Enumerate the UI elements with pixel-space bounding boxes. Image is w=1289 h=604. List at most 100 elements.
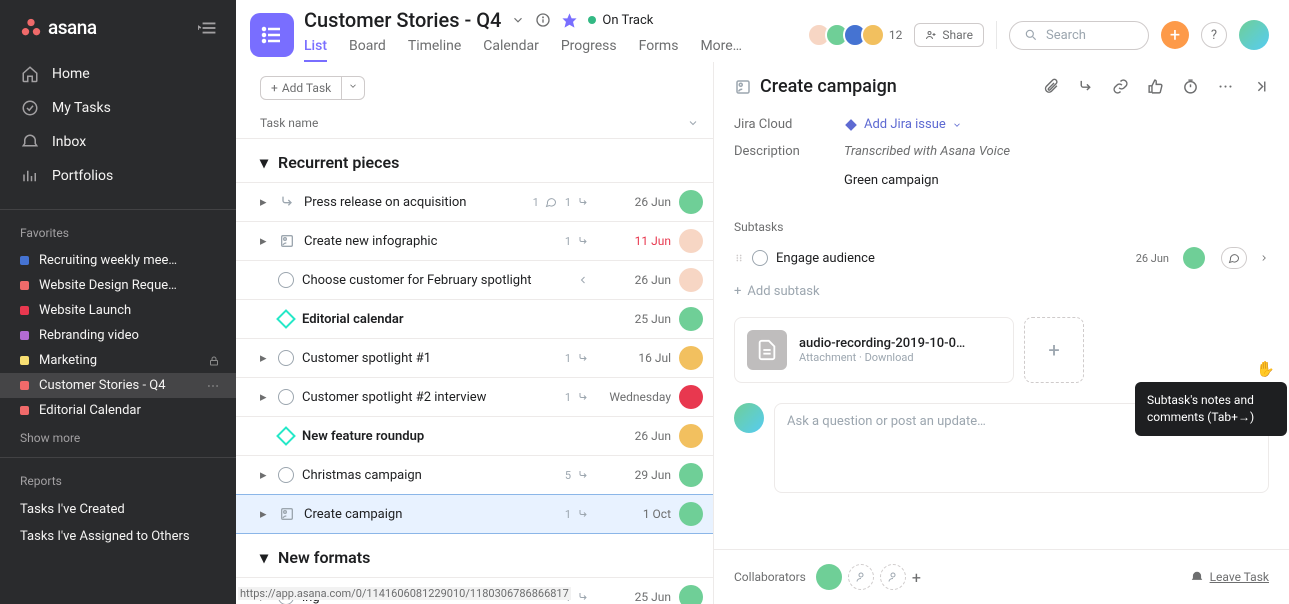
more-icon[interactable] <box>206 379 220 393</box>
tab[interactable]: Progress <box>561 38 617 62</box>
due-date: 25 Jun <box>597 312 671 326</box>
task-row[interactable]: ▸Choose customer for February spotlight2… <box>236 260 713 299</box>
due-date: 26 Jun <box>597 195 671 209</box>
assignee-avatar[interactable] <box>679 307 703 331</box>
show-more[interactable]: Show more <box>0 423 236 453</box>
task-row[interactable]: ▸Editorial calendar25 Jun <box>236 299 713 338</box>
add-task-button[interactable]: + Add Task <box>260 76 342 100</box>
complete-check[interactable] <box>278 272 294 288</box>
open-subtask-button[interactable] <box>1221 247 1247 269</box>
assignee-avatar[interactable] <box>679 463 703 487</box>
nav-home[interactable]: Home <box>0 57 236 91</box>
subtask-row[interactable]: Engage audience26 Jun <box>734 240 1269 276</box>
add-collaborator[interactable] <box>848 564 874 590</box>
attach-icon[interactable] <box>1042 78 1059 95</box>
assignee-avatar[interactable] <box>1183 247 1205 269</box>
more-icon[interactable] <box>1217 78 1234 95</box>
project-title[interactable]: Customer Stories - Q4 <box>304 8 501 32</box>
milestone-icon[interactable] <box>276 309 296 329</box>
expand-caret[interactable]: ▸ <box>260 234 270 249</box>
expand-caret[interactable]: ▸ <box>260 507 270 522</box>
task-row[interactable]: ▸Create new infographic111 Jun <box>236 221 713 260</box>
sidebar-favorite[interactable]: Customer Stories - Q4 <box>0 373 236 398</box>
expand-caret[interactable]: ▸ <box>260 390 270 405</box>
global-add-button[interactable]: + <box>1161 21 1189 49</box>
sidebar-favorite[interactable]: Rebranding video <box>0 323 236 348</box>
milestone-icon[interactable] <box>276 426 296 446</box>
tab[interactable]: More… <box>700 38 742 62</box>
add-jira-issue[interactable]: Add Jira issue <box>844 117 962 132</box>
assignee-avatar[interactable] <box>679 424 703 448</box>
sidebar-favorite[interactable]: Website Launch <box>0 298 236 323</box>
field-description-label: Description <box>734 144 844 159</box>
collaborator-avatar[interactable] <box>816 564 842 590</box>
search-input[interactable]: Search <box>1009 21 1149 50</box>
task-row[interactable]: ▸Christmas campaign529 Jun <box>236 455 713 494</box>
task-row[interactable]: ▸Customer spotlight #2 interview1Wednesd… <box>236 377 713 416</box>
assignee-avatar[interactable] <box>679 585 703 604</box>
assignee-avatar[interactable] <box>679 346 703 370</box>
assignee-avatar[interactable] <box>679 502 703 526</box>
add-collaborator-plus[interactable]: + <box>912 568 921 587</box>
expand-caret[interactable]: ▸ <box>260 468 270 483</box>
assignee-avatar[interactable] <box>679 229 703 253</box>
drag-handle-icon[interactable] <box>734 251 744 265</box>
sidebar-favorite[interactable]: Website Design Reque… <box>0 273 236 298</box>
description-body[interactable]: Green campaign <box>844 173 1010 188</box>
subtask-count: 1 <box>565 508 589 521</box>
sidebar-favorite[interactable]: Marketing <box>0 348 236 373</box>
collapse-sidebar-icon[interactable] <box>198 17 220 39</box>
sidebar-favorite[interactable]: Recruiting weekly mee… <box>0 248 236 273</box>
complete-check[interactable] <box>278 350 294 366</box>
section-caret[interactable]: ▾ <box>260 153 268 172</box>
expand-caret[interactable]: ▸ <box>260 351 270 366</box>
brand-logo[interactable]: asana <box>20 16 97 39</box>
section-header[interactable]: ▾New formats <box>236 534 713 577</box>
subtask-icon[interactable] <box>1077 78 1094 95</box>
task-row[interactable]: ▸New feature roundup26 Jun <box>236 416 713 455</box>
member-avatars[interactable]: 12 <box>807 23 903 47</box>
tab[interactable]: List <box>304 38 327 62</box>
sidebar-report[interactable]: Tasks I've Assigned to Others <box>0 523 236 550</box>
complete-check[interactable] <box>278 389 294 405</box>
task-row[interactable]: ▸Create campaign11 Oct <box>236 494 713 534</box>
attachment-card[interactable]: audio-recording-2019-10-0… Attachment · … <box>734 317 1014 383</box>
chevron-down-icon[interactable] <box>511 13 525 27</box>
nav-my-tasks[interactable]: My Tasks <box>0 91 236 125</box>
complete-check[interactable] <box>278 467 294 483</box>
sidebar-favorite[interactable]: Editorial Calendar <box>0 398 236 423</box>
leave-task[interactable]: Leave Task <box>1190 570 1269 584</box>
help-button[interactable]: ? <box>1201 22 1227 48</box>
expand-caret[interactable]: ▸ <box>260 195 270 210</box>
section-header[interactable]: ▾Recurrent pieces <box>236 139 713 182</box>
link-icon[interactable] <box>1112 78 1129 95</box>
task-row[interactable]: ▸Press release on acquisition1126 Jun <box>236 182 713 221</box>
nav-portfolios[interactable]: Portfolios <box>0 159 236 193</box>
assignee-avatar[interactable] <box>679 385 703 409</box>
tab[interactable]: Forms <box>639 38 679 62</box>
tab[interactable]: Timeline <box>408 38 461 62</box>
assignee-avatar[interactable] <box>679 190 703 214</box>
close-pane-icon[interactable] <box>1252 78 1269 95</box>
project-icon[interactable] <box>250 13 294 57</box>
like-icon[interactable] <box>1147 78 1164 95</box>
chevron-right-icon[interactable] <box>1259 253 1269 263</box>
assignee-avatar[interactable] <box>679 268 703 292</box>
task-row[interactable]: ▸Customer spotlight #1116 Jul <box>236 338 713 377</box>
add-task-dropdown[interactable] <box>342 76 365 100</box>
section-caret[interactable]: ▾ <box>260 548 268 567</box>
tab[interactable]: Board <box>349 38 386 62</box>
nav-inbox[interactable]: Inbox <box>0 125 236 159</box>
add-attachment[interactable]: + <box>1024 317 1084 383</box>
complete-check[interactable] <box>752 250 768 266</box>
status-pill[interactable]: On Track <box>588 13 653 28</box>
share-button[interactable]: Share <box>914 23 984 47</box>
tab[interactable]: Calendar <box>483 38 539 62</box>
add-subtask[interactable]: + Add subtask <box>734 276 1269 317</box>
star-icon[interactable] <box>561 12 578 29</box>
sidebar-report[interactable]: Tasks I've Created <box>0 496 236 523</box>
timer-icon[interactable] <box>1182 78 1199 95</box>
add-collaborator[interactable] <box>880 564 906 590</box>
info-icon[interactable] <box>535 12 551 28</box>
profile-avatar[interactable] <box>1239 20 1269 50</box>
